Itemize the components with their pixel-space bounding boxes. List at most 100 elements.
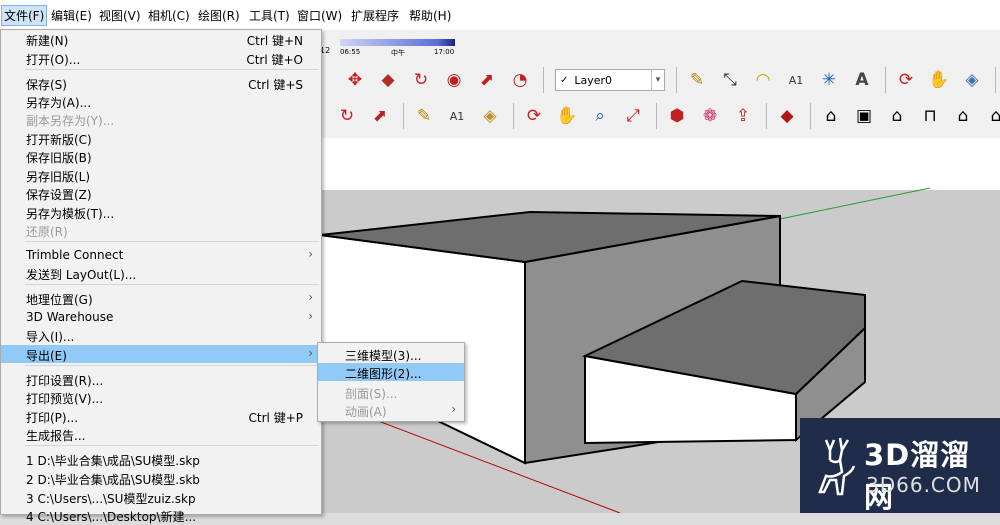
file-menu-item[interactable]: 打开(O)... Ctrl 键+O — [1, 49, 321, 67]
export-menu-item[interactable]: 三维模型(3)... — [318, 345, 464, 363]
file-menu-item[interactable]: 保存(S) Ctrl 键+S — [1, 74, 321, 92]
export-submenu: 三维模型(3)... 二维图形(2)... 剖面(S)... 动画(A) › — [317, 342, 465, 422]
scale-icon[interactable]: ⬈ — [365, 101, 395, 131]
menu-item-label: 打印设置(R)... — [26, 374, 104, 388]
file-menu-item[interactable]: 另存旧版(L) — [1, 166, 321, 184]
file-menu-item[interactable]: 打印设置(R)... — [1, 370, 321, 388]
tape-icon[interactable]: ✎ — [409, 101, 439, 131]
file-menu-item[interactable]: 4 C:\Users\...\Desktop\新建... — [1, 506, 321, 524]
pan-icon[interactable]: ✋ — [552, 101, 582, 131]
paint-icon[interactable]: ◈ — [957, 65, 987, 95]
toolbar-separator — [543, 67, 544, 93]
dimension-icon[interactable]: ⤡ — [715, 65, 745, 95]
followme-icon[interactable]: ◉ — [439, 65, 469, 95]
left-view-icon[interactable]: ⌂ — [981, 101, 1000, 131]
menu-item-label: 打印预览(V)... — [26, 392, 104, 406]
warehouse-icon[interactable]: ⬢ — [662, 101, 692, 131]
shadow-time-slider[interactable]: 12 06:55 中午 17:00 — [320, 36, 460, 58]
menu-item-label: 保存设置(Z) — [26, 188, 92, 202]
back-view-icon[interactable]: ⌂ — [948, 101, 978, 131]
file-menu-item[interactable]: 地理位置(G) › — [1, 289, 321, 307]
menu-item-label: 另存为(A)... — [26, 96, 92, 110]
layer-select[interactable]: ✓ Layer0 ▾ — [555, 69, 665, 91]
file-menu-item[interactable]: 导出(E) › — [1, 345, 321, 363]
paint-icon[interactable]: ◈ — [475, 101, 505, 131]
toolbar-row-1: ✥ ◆ ↻ ◉ ⬈ ◔ ✓ Layer0 ▾ ✎ ⤡ ◠ A1 ✳ A ⟳ ✋ … — [340, 62, 1000, 98]
menu-edit[interactable]: 编辑(E) — [51, 7, 92, 24]
toolbar-separator — [766, 103, 767, 129]
menu-tools[interactable]: 工具(T) — [249, 7, 290, 24]
menu-item-label: 保存旧版(B) — [26, 151, 92, 165]
deer-icon — [818, 437, 856, 496]
file-menu-item[interactable]: 导入(I)... — [1, 326, 321, 344]
shadow-noon: 中午 — [391, 49, 405, 57]
menu-item-label: 剖面(S)... — [345, 387, 398, 401]
move-icon[interactable]: ✥ — [340, 65, 370, 95]
toolbar-separator — [513, 103, 514, 129]
pan-icon[interactable]: ✋ — [924, 65, 954, 95]
orbit-icon[interactable]: ⟳ — [891, 65, 921, 95]
file-menu-item[interactable]: 另存为(A)... — [1, 92, 321, 110]
menu-draw[interactable]: 绘图(R) — [198, 7, 240, 24]
menu-item-label: 2 D:\毕业合集\成品\SU模型.skb — [26, 473, 200, 487]
file-menu-item[interactable]: 打印预览(V)... — [1, 388, 321, 406]
watermark-domain: 3D66.COM — [866, 473, 981, 497]
menu-item-label: 打开新版(C) — [26, 133, 92, 147]
rotate-icon[interactable]: ↻ — [332, 101, 362, 131]
toolbar-separator — [403, 103, 404, 129]
menu-window[interactable]: 窗口(W) — [297, 7, 342, 24]
rotate-icon[interactable]: ↻ — [406, 65, 436, 95]
protractor-icon[interactable]: ◠ — [748, 65, 778, 95]
file-menu-item[interactable]: 保存设置(Z) — [1, 184, 321, 202]
check-icon: ✓ — [560, 74, 569, 86]
house-icon[interactable]: ⌂ — [882, 101, 912, 131]
menu-item-shortcut: Ctrl 键+O — [246, 53, 303, 67]
text-icon[interactable]: A1 — [442, 101, 472, 131]
file-menu-item[interactable]: 新建(N) Ctrl 键+N — [1, 30, 321, 48]
zoom-icon[interactable]: ⌕ — [585, 101, 615, 131]
menu-item-label: 新建(N) — [26, 34, 69, 48]
menu-item-label: 二维图形(2)... — [345, 367, 422, 381]
tape-icon[interactable]: ✎ — [682, 65, 712, 95]
menu-view[interactable]: 视图(V) — [99, 7, 141, 24]
right-view-icon[interactable]: ⊓ — [915, 101, 945, 131]
scale-icon[interactable]: ⬈ — [472, 65, 502, 95]
offset-icon[interactable]: ◔ — [505, 65, 535, 95]
menu-item-label: 副本另存为(Y)... — [26, 114, 115, 128]
ruby-icon[interactable]: ◆ — [772, 101, 802, 131]
text-icon[interactable]: A1 — [781, 65, 811, 95]
file-menu-item[interactable]: 生成报告... — [1, 425, 321, 443]
extension-icon[interactable]: ❁ — [695, 101, 725, 131]
orbit-icon[interactable]: ⟳ — [519, 101, 549, 131]
menu-item-label: 1 D:\毕业合集\成品\SU模型.skp — [26, 454, 200, 468]
zoom-extents-icon[interactable]: ⤢ — [618, 101, 648, 131]
file-menu-item[interactable]: 3 C:\Users\...\SU模型zuiz.skp — [1, 488, 321, 506]
file-menu-item[interactable]: 3D Warehouse › — [1, 308, 321, 326]
iso-view-icon[interactable]: ⌂ — [816, 101, 846, 131]
export-menu-item: 剖面(S)... — [318, 383, 464, 401]
axes-icon[interactable]: ✳ — [814, 65, 844, 95]
share-icon[interactable]: ⇪ — [728, 101, 758, 131]
file-menu-item[interactable]: 2 D:\毕业合集\成品\SU模型.skb — [1, 469, 321, 487]
file-menu-item[interactable]: 打开新版(C) — [1, 129, 321, 147]
file-menu-item[interactable]: 打印(P)... Ctrl 键+P — [1, 407, 321, 425]
menu-item-label: 三维模型(3)... — [345, 349, 422, 363]
menu-help[interactable]: 帮助(H) — [409, 7, 451, 24]
file-menu-item[interactable]: 发送到 LayOut(L)... — [1, 264, 321, 282]
chevron-down-icon[interactable]: ▾ — [651, 70, 664, 90]
toolbar-separator — [656, 103, 657, 129]
chevron-right-icon: › — [308, 346, 313, 360]
menu-bar: 文件(F) 编辑(E) 视图(V) 相机(C) 绘图(R) 工具(T) 窗口(W… — [0, 0, 1000, 31]
menu-item-shortcut: Ctrl 键+P — [248, 411, 303, 425]
file-menu-item[interactable]: Trimble Connect › — [1, 246, 321, 264]
file-menu-item[interactable]: 另存为模板(T)... — [1, 203, 321, 221]
menu-camera[interactable]: 相机(C) — [148, 7, 190, 24]
menu-extensions[interactable]: 扩展程序 — [351, 7, 399, 24]
top-view-icon[interactable]: ▣ — [849, 101, 879, 131]
file-menu-item[interactable]: 保存旧版(B) — [1, 147, 321, 165]
export-menu-item[interactable]: 二维图形(2)... — [318, 363, 464, 381]
3dtext-icon[interactable]: A — [847, 65, 877, 95]
menu-file[interactable]: 文件(F) — [1, 5, 48, 26]
file-menu-item[interactable]: 1 D:\毕业合集\成品\SU模型.skp — [1, 450, 321, 468]
pushpull-icon[interactable]: ◆ — [373, 65, 403, 95]
